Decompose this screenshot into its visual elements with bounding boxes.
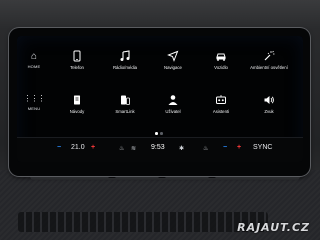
speaker-icon (264, 96, 274, 104)
right-temp-down-button[interactable]: − (223, 144, 227, 151)
app-label-assistants: Asistenti (212, 109, 230, 114)
page-dot[interactable] (160, 132, 163, 135)
app-tile-smartlink[interactable]: SmartLink (103, 94, 147, 132)
home-icon: ⌂ (30, 51, 38, 62)
app-tile-manuals[interactable]: Návody (55, 94, 99, 132)
fan-icon[interactable]: ✱ (179, 145, 184, 152)
phone-icon (73, 50, 81, 62)
watermark: RAJAUT.CZ (237, 221, 310, 234)
home-button[interactable]: ⌂ HOME (21, 52, 47, 80)
app-tile-sound[interactable]: Zvuk (247, 94, 291, 132)
seat-heat-right-icon[interactable]: ♨ (203, 145, 208, 152)
car-icon (216, 53, 226, 61)
left-temp-down-button[interactable]: − (57, 144, 61, 151)
clock: 9:53 (151, 144, 165, 151)
user-icon (168, 95, 178, 105)
app-tile-user[interactable]: Uživatel (151, 94, 195, 132)
assistant-icon (216, 95, 226, 104)
app-label-smartlink: SmartLink (115, 109, 135, 114)
app-label-phone: Telefon (70, 65, 84, 70)
app-tile-navigation[interactable]: Navigace (151, 50, 195, 88)
menu-label: MENU (27, 106, 41, 111)
right-temp-up-button[interactable]: + (237, 144, 241, 151)
app-tile-ambient-light[interactable]: Ambientní osvětlení (247, 50, 291, 88)
air-vent (18, 212, 268, 232)
app-label-manuals: Návody (69, 109, 85, 114)
app-tile-assistants[interactable]: Asistenti (199, 94, 243, 132)
left-temp-up-button[interactable]: + (91, 144, 95, 151)
app-tile-radio[interactable]: Rádio/média (103, 50, 147, 88)
app-label-vehicle: Vozidlo (214, 65, 228, 70)
left-temperature: 21.0 (71, 144, 85, 151)
seat-heat-left-icon[interactable]: ♨ (119, 145, 124, 152)
app-label-user: Uživatel (165, 109, 181, 114)
app-label-radio: Rádio/média (112, 65, 138, 70)
climate-bar: − 21.0 + ♨ ≋ 9:53 ✱ ♨ − + SYNC (17, 137, 303, 162)
navigation-arrow-icon (167, 50, 179, 62)
page-dot[interactable] (155, 132, 158, 135)
manual-icon (74, 95, 80, 105)
app-tile-vehicle[interactable]: Vozidlo (199, 50, 243, 88)
menu-grid-icon: ⋮⋮⋮ (23, 94, 46, 103)
infotainment-screen: ⌂ HOME ⋮⋮⋮ MENU Telefon Rádio/média Navi… (17, 36, 303, 162)
home-label: HOME (27, 64, 41, 69)
rear-defrost-icon[interactable]: ≋ (131, 145, 136, 152)
smartlink-icon (121, 95, 130, 105)
menu-button[interactable]: ⋮⋮⋮ MENU (21, 94, 47, 122)
app-grid: Telefon Rádio/média Navigace Vozidlo Amb… (55, 50, 293, 134)
app-tile-phone[interactable]: Telefon (55, 50, 99, 88)
sync-button[interactable]: SYNC (253, 144, 272, 151)
app-label-ambient-light: Ambientní osvětlení (250, 65, 288, 70)
ambient-light-icon (264, 50, 275, 61)
app-label-sound: Zvuk (264, 109, 274, 114)
music-note-icon (120, 50, 130, 61)
page-indicator (155, 132, 167, 135)
app-label-navigation: Navigace (164, 65, 182, 70)
